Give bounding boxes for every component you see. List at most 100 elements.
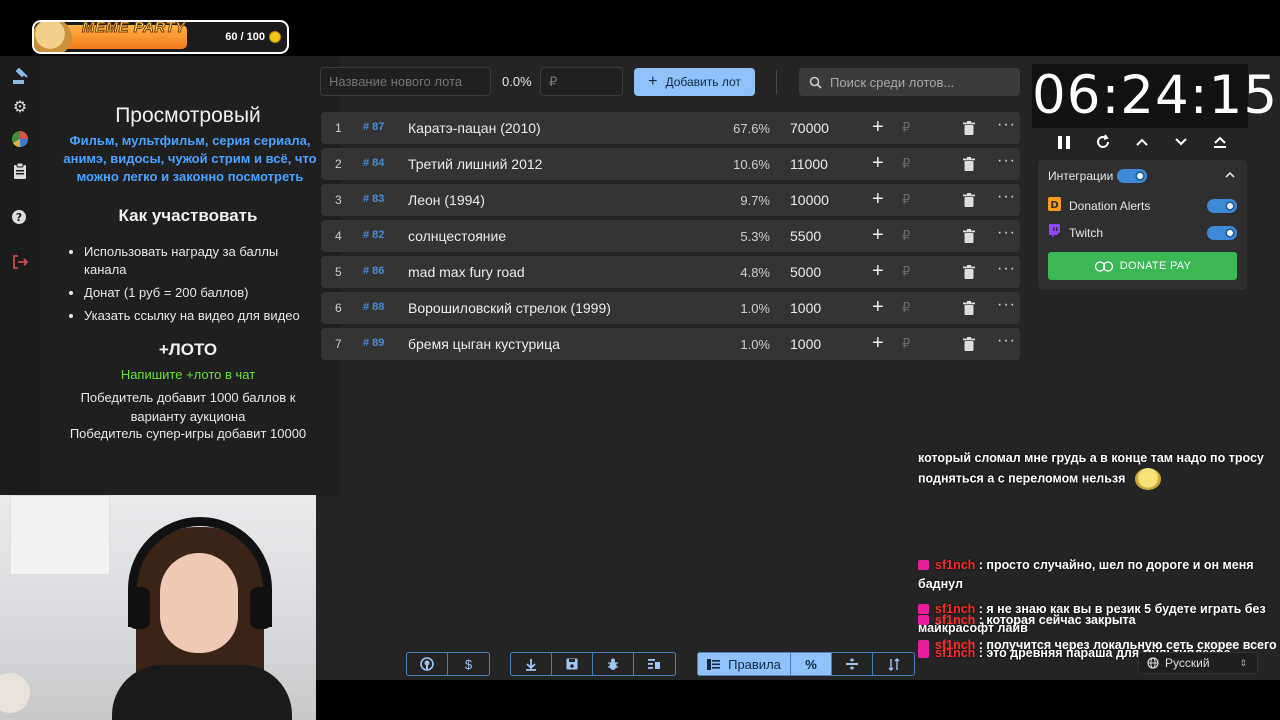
lot-row[interactable]: 3 # 83 Леон (1994) 9.7% 10000 + ₽ ··· (321, 184, 1020, 216)
add-lot-label: Добавить лот (665, 75, 741, 89)
trash-icon[interactable] (963, 121, 975, 135)
eject-icon[interactable] (1210, 132, 1230, 152)
lot-percent: 1.0% (740, 301, 770, 316)
clipboard-icon[interactable] (10, 161, 30, 181)
clear-list-icon[interactable] (634, 653, 675, 675)
lot-id[interactable]: # 87 (363, 121, 384, 133)
trash-icon[interactable] (963, 157, 975, 171)
list-item: Донат (1 руб = 200 баллов) (84, 284, 304, 302)
add-amount-button[interactable]: + (872, 116, 884, 139)
github-icon[interactable] (407, 653, 448, 675)
add-amount-button[interactable]: + (872, 224, 884, 247)
more-options-icon[interactable]: ··· (997, 260, 1016, 278)
lot-search-input[interactable]: Поиск среди лотов... (799, 68, 1020, 96)
sort-icon[interactable] (873, 653, 914, 675)
lot-name[interactable]: mad max fury road (408, 264, 525, 280)
add-amount-button[interactable]: + (872, 332, 884, 355)
lot-row[interactable]: 7 # 89 бремя цыган кустурица 1.0% 1000 + ₽ ··· (321, 328, 1020, 360)
lot-name[interactable]: Леон (1994) (408, 192, 485, 208)
new-lot-amount-input[interactable] (540, 67, 623, 96)
ruble-input[interactable]: ₽ (902, 300, 910, 316)
chevron-up-icon[interactable] (1225, 171, 1235, 178)
lot-row[interactable]: 5 # 86 mad max fury road 4.8% 5000 + ₽ ··· (321, 256, 1020, 288)
lot-amount[interactable]: 1000 (790, 300, 821, 316)
lot-id[interactable]: # 88 (363, 301, 384, 313)
chevron-down-icon[interactable] (1171, 132, 1191, 152)
twitch-label: Twitch (1069, 226, 1104, 240)
more-options-icon[interactable]: ··· (997, 296, 1016, 314)
add-amount-button[interactable]: + (872, 152, 884, 175)
lot-row[interactable]: 6 # 88 Ворошиловский стрелок (1999) 1.0% 100… (321, 292, 1020, 324)
coin-icon (269, 31, 281, 43)
divide-icon[interactable] (832, 653, 873, 675)
lot-amount[interactable]: 70000 (790, 120, 829, 136)
rules-button[interactable]: Правила (698, 653, 791, 675)
lot-amount[interactable]: 10000 (790, 192, 829, 208)
bug-icon[interactable] (593, 653, 634, 675)
percent-icon[interactable]: % (791, 653, 832, 675)
more-options-icon[interactable]: ··· (997, 116, 1016, 134)
twitch-toggle[interactable] (1207, 226, 1237, 240)
donate-pay-button[interactable]: DONATE PAY (1048, 252, 1237, 280)
ruble-input[interactable]: ₽ (902, 336, 910, 352)
more-options-icon[interactable]: ··· (997, 332, 1016, 350)
ruble-input[interactable]: ₽ (902, 156, 910, 172)
lot-name[interactable]: солнцестояние (408, 228, 506, 244)
cat-figure (0, 673, 30, 713)
lot-id[interactable]: # 83 (363, 193, 384, 205)
more-options-icon[interactable]: ··· (997, 188, 1016, 206)
auction-hammer-icon[interactable] (10, 65, 30, 85)
lot-row[interactable]: 4 # 82 солнцестояние 5.3% 5500 + ₽ ··· (321, 220, 1020, 252)
streamer-body (112, 665, 292, 720)
more-options-icon[interactable]: ··· (997, 224, 1016, 242)
donation-alerts-toggle[interactable] (1207, 199, 1237, 213)
more-options-icon[interactable]: ··· (997, 152, 1016, 170)
ruble-input[interactable]: ₽ (902, 120, 910, 136)
lot-name[interactable]: бремя цыган кустурица (408, 336, 560, 352)
lot-name[interactable]: Каратэ-пацан (2010) (408, 120, 541, 136)
new-lot-name-input[interactable] (320, 67, 491, 96)
webcam-overlay (0, 495, 316, 720)
lot-row[interactable]: 2 # 84 Третий лишний 2012 10.6% 11000 + ₽ ··· (321, 148, 1020, 180)
save-icon[interactable] (552, 653, 593, 675)
add-amount-button[interactable]: + (872, 188, 884, 211)
ruble-input[interactable]: ₽ (902, 192, 910, 208)
lot-name[interactable]: Третий лишний 2012 (408, 156, 542, 172)
lot-id[interactable]: # 86 (363, 265, 384, 277)
add-amount-button[interactable]: + (872, 296, 884, 319)
meme-progress-text: 60 / 100 (225, 31, 265, 43)
chevron-up-icon[interactable] (1132, 132, 1152, 152)
ruble-input[interactable]: ₽ (902, 264, 910, 280)
donate-pay-label: DONATE PAY (1119, 260, 1192, 272)
logout-icon[interactable] (10, 252, 30, 272)
trash-icon[interactable] (963, 193, 975, 207)
lot-amount[interactable]: 5500 (790, 228, 821, 244)
trash-icon[interactable] (963, 229, 975, 243)
lot-number: 7 (335, 337, 342, 351)
loto-reward-text: Победитель добавит 1000 баллов к вариант… (80, 390, 296, 424)
integrations-toggle[interactable] (1117, 169, 1147, 183)
lot-id[interactable]: # 84 (363, 157, 384, 169)
lot-id[interactable]: # 89 (363, 337, 384, 349)
trash-icon[interactable] (963, 301, 975, 315)
lot-name[interactable]: Ворошиловский стрелок (1999) (408, 300, 611, 316)
ruble-input[interactable]: ₽ (902, 228, 910, 244)
download-icon[interactable] (511, 653, 552, 675)
lot-id[interactable]: # 82 (363, 229, 384, 241)
help-icon[interactable]: ? (10, 207, 30, 227)
plus-icon: + (648, 73, 658, 90)
add-amount-button[interactable]: + (872, 260, 884, 283)
lot-amount[interactable]: 1000 (790, 336, 821, 352)
trash-icon[interactable] (963, 265, 975, 279)
trash-icon[interactable] (963, 337, 975, 351)
gear-icon[interactable]: ⚙ (10, 97, 30, 117)
lot-row[interactable]: 1 # 87 Каратэ-пацан (2010) 67.6% 70000 + ₽ ··· (321, 112, 1020, 144)
pause-icon[interactable] (1054, 132, 1074, 152)
add-lot-button[interactable]: + Добавить лот (634, 68, 755, 96)
restart-icon[interactable] (1093, 132, 1113, 152)
language-select[interactable]: Русский ⇕ (1138, 652, 1258, 674)
dollar-icon[interactable]: $ (448, 653, 489, 675)
pie-chart-icon[interactable] (10, 129, 30, 149)
lot-amount[interactable]: 5000 (790, 264, 821, 280)
lot-amount[interactable]: 11000 (790, 156, 828, 172)
